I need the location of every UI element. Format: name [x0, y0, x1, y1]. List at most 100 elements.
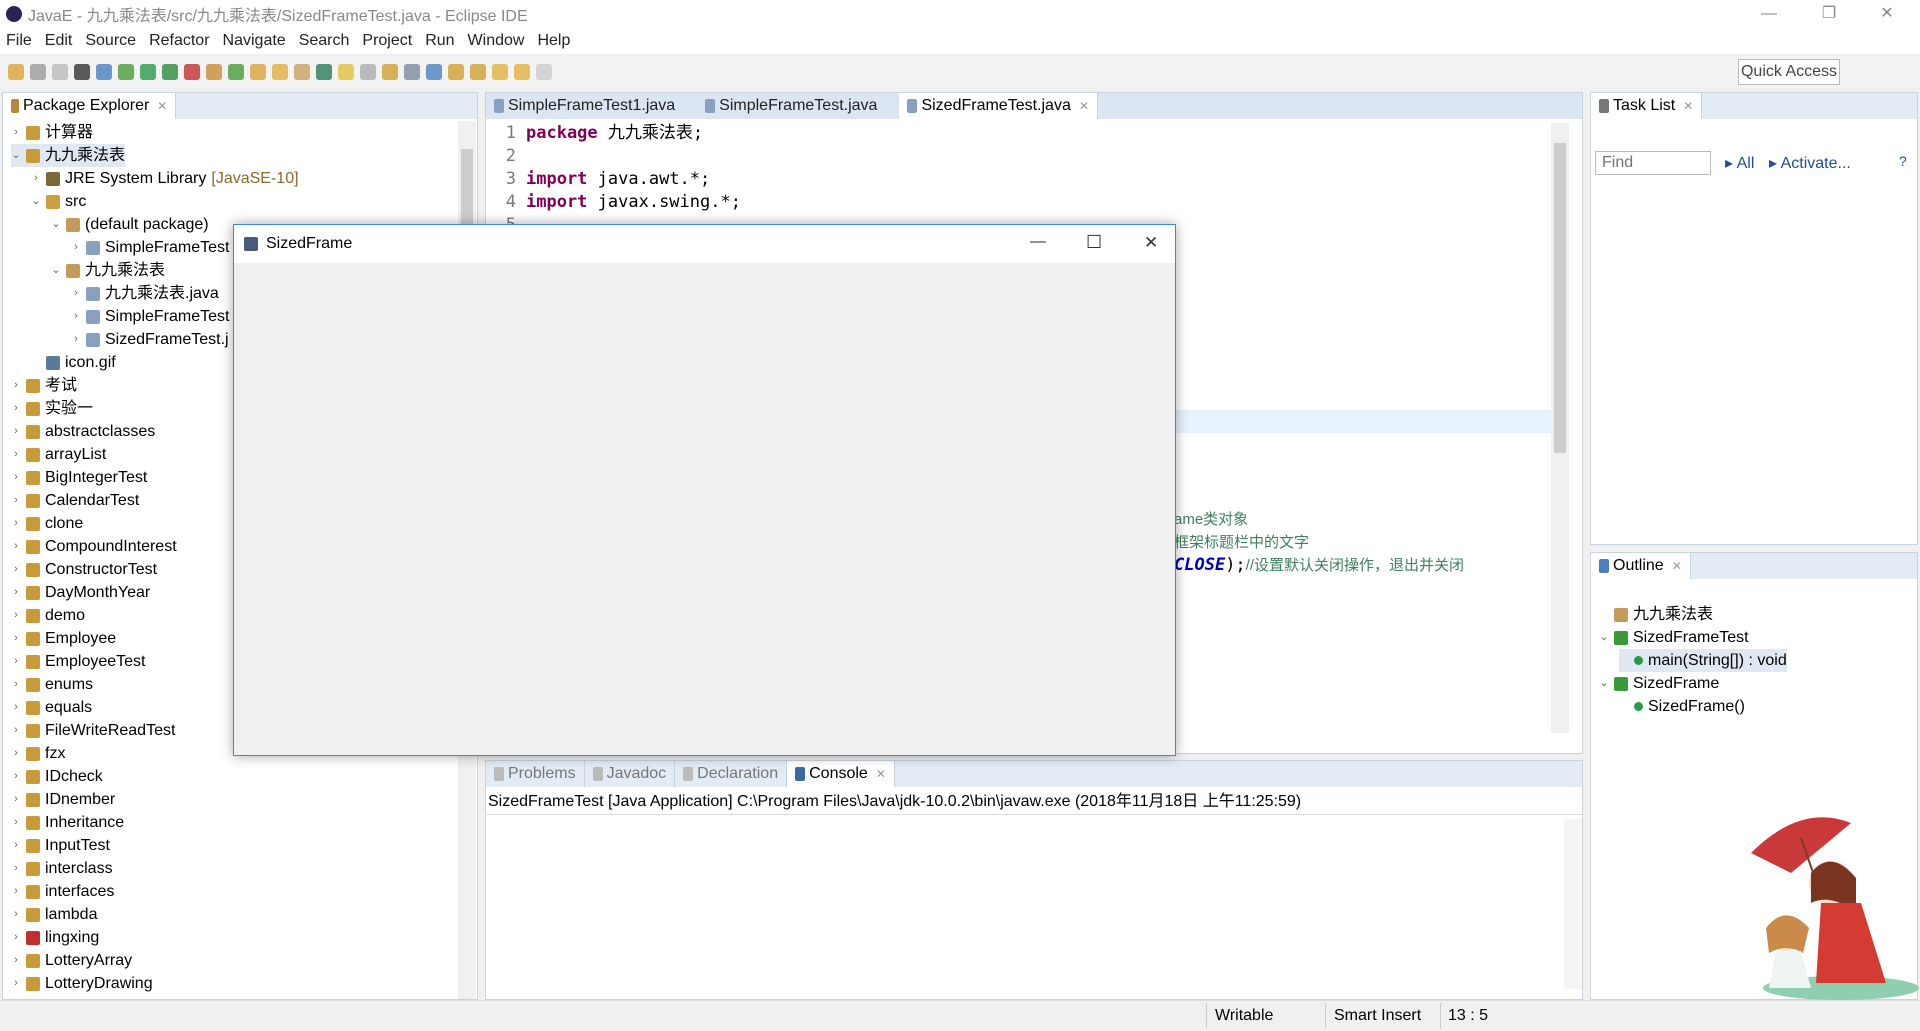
close-icon[interactable]: ✕: [1079, 99, 1089, 113]
tree-item[interactable]: › arrayList: [11, 443, 106, 466]
tree-item[interactable]: › clone: [11, 512, 83, 535]
tree-item[interactable]: › SimpleFrameTest: [71, 236, 229, 259]
tree-item[interactable]: › demo: [11, 604, 85, 627]
toolbar-button-icon[interactable]: [8, 64, 24, 80]
tree-item[interactable]: › Employee: [11, 627, 116, 650]
expand-toggle-icon[interactable]: ›: [11, 926, 21, 949]
expand-toggle-icon[interactable]: ›: [11, 788, 21, 811]
editor-tab[interactable]: SimpleFrameTest1.java: [486, 93, 683, 119]
expand-toggle-icon[interactable]: ›: [11, 627, 21, 650]
toolbar-button-icon[interactable]: [338, 64, 354, 80]
tree-item[interactable]: › 考试: [11, 374, 77, 397]
expand-toggle-icon[interactable]: ›: [11, 880, 21, 903]
close-icon[interactable]: ✕: [157, 99, 167, 113]
toolbar-button-icon[interactable]: [74, 64, 90, 80]
expand-toggle-icon[interactable]: ›: [11, 466, 21, 489]
tree-item[interactable]: › 九九乘法表.java: [71, 282, 219, 305]
expand-toggle-icon[interactable]: ›: [11, 443, 21, 466]
tree-item[interactable]: › enums: [11, 673, 93, 696]
menu-refactor[interactable]: Refactor: [149, 32, 209, 50]
toolbar-button-icon[interactable]: [184, 64, 200, 80]
toolbar-button-icon[interactable]: [492, 64, 508, 80]
menu-source[interactable]: Source: [85, 32, 136, 50]
toolbar-button-icon[interactable]: [404, 64, 420, 80]
expand-toggle-icon[interactable]: ›: [11, 742, 21, 765]
toolbar-button-icon[interactable]: [52, 64, 68, 80]
tree-item[interactable]: › LotteryArray: [11, 949, 132, 972]
tree-item[interactable]: › CompoundInterest: [11, 535, 176, 558]
toolbar-button-icon[interactable]: [294, 64, 310, 80]
tree-item[interactable]: › DayMonthYear: [11, 581, 150, 604]
tree-item[interactable]: › InputTest: [11, 834, 110, 857]
menu-window[interactable]: Window: [468, 32, 525, 50]
expand-toggle-icon[interactable]: ›: [11, 581, 21, 604]
toolbar-button-icon[interactable]: [250, 64, 266, 80]
tree-item[interactable]: 九九乘法表: [1599, 603, 1713, 626]
expand-toggle-icon[interactable]: ›: [71, 282, 81, 305]
tree-item[interactable]: ⌄ SizedFrameTest: [1599, 626, 1748, 649]
expand-toggle-icon[interactable]: ›: [11, 696, 21, 719]
expand-toggle-icon[interactable]: ›: [11, 535, 21, 558]
expand-toggle-icon[interactable]: ›: [11, 903, 21, 926]
toolbar-button-icon[interactable]: [514, 64, 530, 80]
expand-toggle-icon[interactable]: ›: [11, 949, 21, 972]
tree-item[interactable]: › abstractclasses: [11, 420, 155, 443]
tree-item[interactable]: › Inheritance: [11, 811, 124, 834]
menu-project[interactable]: Project: [362, 32, 412, 50]
expand-toggle-icon[interactable]: ›: [71, 305, 81, 328]
frame-minimize-button[interactable]: —: [1030, 233, 1046, 251]
tree-item[interactable]: › lambda: [11, 903, 97, 926]
menu-edit[interactable]: Edit: [45, 32, 73, 50]
activate-link[interactable]: ▸ Activate...: [1769, 153, 1851, 173]
tree-item[interactable]: › ConstructorTest: [11, 558, 157, 581]
expand-toggle-icon[interactable]: ›: [31, 167, 41, 190]
tab-console[interactable]: Console ✕: [787, 761, 895, 787]
tree-item[interactable]: SizedFrame(): [1619, 695, 1745, 718]
toolbar-button-icon[interactable]: [118, 64, 134, 80]
expand-toggle-icon[interactable]: ⌄: [51, 213, 61, 236]
expand-toggle-icon[interactable]: ›: [11, 121, 21, 144]
tree-item[interactable]: › BigIntegerTest: [11, 466, 147, 489]
tree-item[interactable]: › SizedFrameTest.j: [71, 328, 228, 351]
expand-toggle-icon[interactable]: ›: [11, 558, 21, 581]
all-link[interactable]: ▸ All: [1725, 153, 1754, 173]
tree-item[interactable]: ⌄ 九九乘法表: [51, 259, 165, 282]
tree-item[interactable]: › CalendarTest: [11, 489, 139, 512]
toolbar-button-icon[interactable]: [448, 64, 464, 80]
expand-toggle-icon[interactable]: ⌄: [1599, 672, 1609, 695]
menu-navigate[interactable]: Navigate: [223, 32, 286, 50]
toolbar-button-icon[interactable]: [228, 64, 244, 80]
expand-toggle-icon[interactable]: ›: [11, 604, 21, 627]
tree-item[interactable]: ⌄ SizedFrame: [1599, 672, 1719, 695]
menu-run[interactable]: Run: [425, 32, 454, 50]
tree-item[interactable]: ⌄ 九九乘法表: [11, 144, 126, 167]
expand-toggle-icon[interactable]: ›: [11, 374, 21, 397]
expand-toggle-icon[interactable]: ›: [11, 811, 21, 834]
expand-toggle-icon[interactable]: ›: [11, 650, 21, 673]
toolbar-button-icon[interactable]: [360, 64, 376, 80]
menu-file[interactable]: File: [6, 32, 32, 50]
toolbar-button-icon[interactable]: [140, 64, 156, 80]
tab-task-list[interactable]: Task List ✕: [1591, 93, 1703, 119]
quick-access-field[interactable]: Quick Access: [1738, 59, 1840, 85]
expand-toggle-icon[interactable]: ›: [11, 420, 21, 443]
expand-toggle-icon[interactable]: ›: [11, 972, 21, 995]
close-button[interactable]: ✕: [1864, 0, 1910, 28]
tree-item[interactable]: icon.gif: [31, 351, 116, 374]
minimize-button[interactable]: —: [1746, 0, 1792, 28]
toolbar-button-icon[interactable]: [382, 64, 398, 80]
menu-search[interactable]: Search: [299, 32, 350, 50]
tree-item[interactable]: › JRE System Library [JavaSE-10]: [31, 167, 298, 190]
tree-item[interactable]: › 计算器: [11, 121, 93, 144]
tab-outline[interactable]: Outline ✕: [1591, 553, 1691, 579]
toolbar-button-icon[interactable]: [162, 64, 178, 80]
editor-tab[interactable]: SimpleFrameTest.java: [697, 93, 885, 119]
expand-toggle-icon[interactable]: ›: [11, 397, 21, 420]
expand-toggle-icon[interactable]: ›: [11, 834, 21, 857]
expand-toggle-icon[interactable]: ⌄: [1599, 626, 1609, 649]
tab-javadoc[interactable]: Javadoc: [585, 761, 676, 787]
expand-toggle-icon[interactable]: ›: [11, 673, 21, 696]
tree-item[interactable]: › IDnember: [11, 788, 115, 811]
expand-toggle-icon[interactable]: ⌄: [31, 190, 41, 213]
expand-toggle-icon[interactable]: ⌄: [11, 144, 21, 167]
